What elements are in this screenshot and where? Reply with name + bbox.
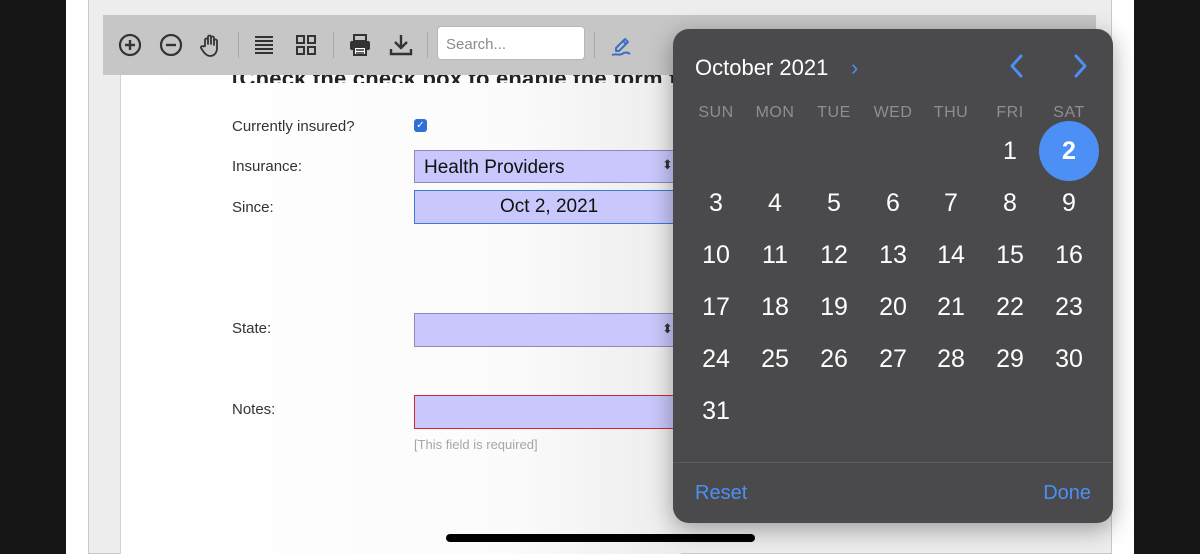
calendar-day[interactable]: 17 xyxy=(688,285,744,329)
calendar-day[interactable]: 18 xyxy=(747,285,803,329)
calendar-day[interactable]: 24 xyxy=(688,337,744,381)
calendar-day[interactable]: 16 xyxy=(1041,233,1097,277)
since-date-value: Oct 2, 2021 xyxy=(500,196,599,217)
toolbar-divider xyxy=(238,32,239,58)
hand-icon xyxy=(200,34,218,57)
toolbar-divider xyxy=(594,32,595,58)
toolbar-divider xyxy=(427,32,428,58)
pen-icon xyxy=(611,38,631,56)
weekday-label: THU xyxy=(933,104,969,121)
calendar-day[interactable]: 10 xyxy=(688,233,744,277)
calendar-day[interactable]: 14 xyxy=(923,233,979,277)
calendar-day[interactable]: 30 xyxy=(1041,337,1097,381)
calendar-day[interactable]: 11 xyxy=(747,233,803,277)
download-button[interactable] xyxy=(385,29,417,61)
toolbar-divider xyxy=(333,32,334,58)
zoom-out-icon xyxy=(159,33,183,57)
select-chevrons-icon: ⬍ xyxy=(662,157,673,172)
calendar-day-selected[interactable]: 2 xyxy=(1039,121,1099,181)
calendar-day[interactable]: 1 xyxy=(982,129,1038,173)
month-year-label[interactable]: October 2021 xyxy=(695,55,828,81)
calendar-day[interactable]: 12 xyxy=(806,233,862,277)
grid-icon xyxy=(296,35,316,55)
currently-insured-checkbox[interactable]: ✓ xyxy=(414,119,427,132)
weekday-label: FRI xyxy=(996,104,1024,121)
annotate-button[interactable] xyxy=(606,29,638,61)
calendar-day[interactable]: 31 xyxy=(688,389,744,433)
calendar-day[interactable]: 23 xyxy=(1041,285,1097,329)
calendar-day[interactable]: 22 xyxy=(982,285,1038,329)
calendar-day[interactable]: 15 xyxy=(982,233,1038,277)
search-input[interactable]: Search... xyxy=(437,26,585,60)
notes-field[interactable] xyxy=(414,395,680,429)
select-chevrons-icon: ⬍ xyxy=(662,321,673,336)
done-button[interactable]: Done xyxy=(1043,482,1091,505)
next-month-button[interactable] xyxy=(1066,49,1096,83)
reset-button[interactable]: Reset xyxy=(695,482,747,505)
device-bezel-right xyxy=(1134,0,1200,554)
text-view-button[interactable] xyxy=(248,29,280,61)
printer-icon xyxy=(350,34,370,56)
thumbnails-button[interactable] xyxy=(290,29,322,61)
calendar-day[interactable]: 26 xyxy=(806,337,862,381)
state-select[interactable] xyxy=(414,313,680,347)
state-label: State: xyxy=(232,320,272,337)
calendar-day[interactable]: 6 xyxy=(865,181,921,225)
download-icon xyxy=(389,35,413,56)
calendar-day[interactable]: 4 xyxy=(747,181,803,225)
chevron-right-icon xyxy=(1074,54,1087,78)
weekday-label: WED xyxy=(873,104,913,121)
calendar-day[interactable]: 19 xyxy=(806,285,862,329)
zoom-out-button[interactable] xyxy=(155,29,187,61)
insurance-label: Insurance: xyxy=(232,158,303,175)
weekday-label: MON xyxy=(755,104,795,121)
chevron-left-icon xyxy=(1010,54,1023,78)
weekday-label: SUN xyxy=(698,104,734,121)
currently-insured-label: Currently insured? xyxy=(232,118,355,135)
calendar-day[interactable]: 8 xyxy=(982,181,1038,225)
notes-required-hint: [This field is required] xyxy=(414,437,538,452)
calendar-day[interactable]: 27 xyxy=(865,337,921,381)
weekday-label: SAT xyxy=(1053,104,1085,121)
device-bezel-left xyxy=(0,0,66,554)
month-year-chevron-icon[interactable]: › xyxy=(851,55,858,81)
calendar-day[interactable]: 9 xyxy=(1041,181,1097,225)
picker-divider xyxy=(673,462,1113,463)
calendar-day[interactable]: 3 xyxy=(688,181,744,225)
lines-icon xyxy=(255,36,273,54)
zoom-in-button[interactable] xyxy=(114,29,146,61)
pan-tool-button[interactable] xyxy=(195,29,227,61)
calendar-day[interactable]: 28 xyxy=(923,337,979,381)
calendar-day[interactable]: 13 xyxy=(865,233,921,277)
insurance-select-value: Health Providers xyxy=(424,157,565,178)
weekday-label: TUE xyxy=(817,104,851,121)
print-button[interactable] xyxy=(344,29,376,61)
previous-month-button[interactable] xyxy=(1001,49,1031,83)
calendar-day[interactable]: 21 xyxy=(923,285,979,329)
calendar-day[interactable]: 7 xyxy=(923,181,979,225)
zoom-in-icon xyxy=(118,33,142,57)
calendar-day[interactable]: 25 xyxy=(747,337,803,381)
since-label: Since: xyxy=(232,199,274,216)
home-indicator xyxy=(446,534,755,542)
calendar-day[interactable]: 20 xyxy=(865,285,921,329)
calendar-day[interactable]: 29 xyxy=(982,337,1038,381)
notes-label: Notes: xyxy=(232,401,276,418)
calendar-day[interactable]: 5 xyxy=(806,181,862,225)
date-picker-popover: October 2021 › SUN MON TUE WED THU FRI SAT 123… xyxy=(673,29,1113,523)
